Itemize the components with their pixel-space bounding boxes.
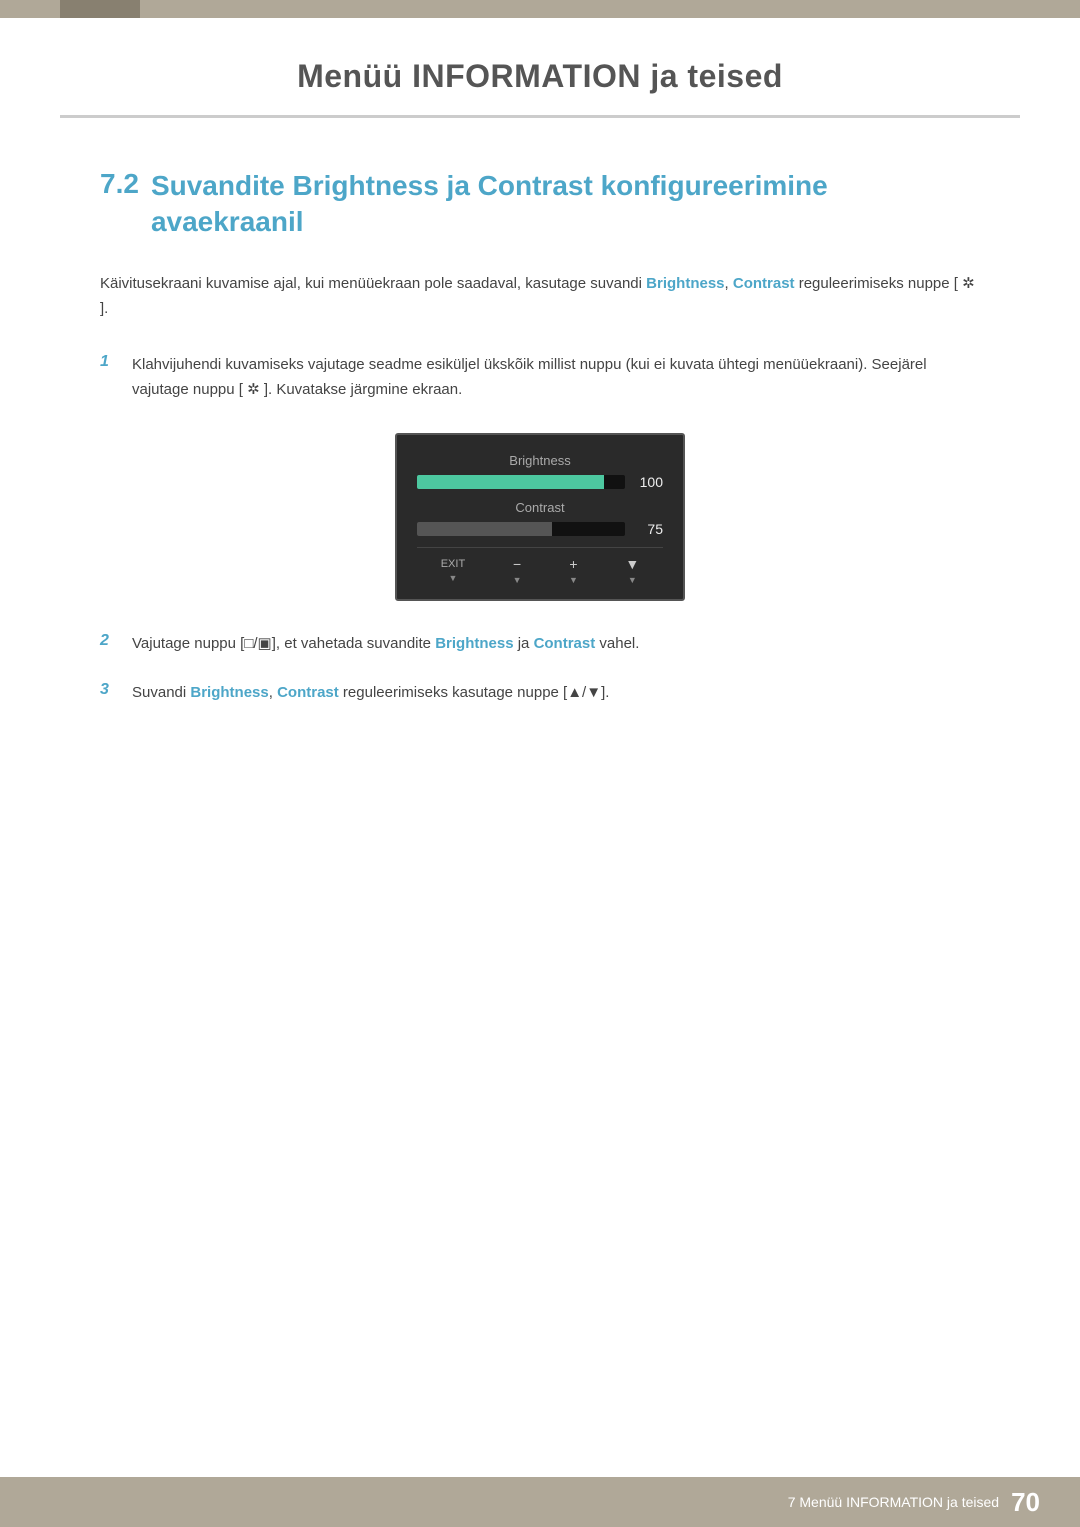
ui-mockup: Brightness 100 Contrast 75 EXIT: [395, 433, 685, 601]
intro-text-1: Käivitusekraani kuvamise ajal, kui menüü…: [100, 275, 646, 292]
step3-bold-brightness: Brightness: [190, 684, 268, 701]
footer-text: 7 Menüü INFORMATION ja teised: [788, 1494, 999, 1510]
intro-bold-contrast: Contrast: [733, 275, 795, 292]
step-3-number: 3: [100, 681, 124, 699]
exit-button: EXIT ▼: [441, 558, 465, 583]
contrast-fill: [417, 522, 552, 536]
down-button: ▼ ▼: [625, 556, 639, 585]
step3-prefix: Suvandi: [132, 684, 190, 701]
brightness-bar-row: 100: [417, 474, 663, 490]
step2-btn: □/▣: [244, 635, 271, 652]
plus-button: + ▼: [569, 556, 578, 585]
step2-bold-brightness: Brightness: [435, 635, 513, 652]
top-decorative-bar: [0, 0, 1080, 18]
contrast-label: Contrast: [417, 500, 663, 515]
step3-bold-contrast: Contrast: [277, 684, 339, 701]
page-title: Menüü INFORMATION ja teised: [120, 58, 960, 95]
step-1-number: 1: [100, 353, 124, 371]
step-2: 2 Vajutage nuppu [□/▣], et vahetada suva…: [100, 631, 980, 657]
brightness-track: [417, 475, 625, 489]
step2-bold-contrast: Contrast: [534, 635, 596, 652]
top-bar-accent: [60, 0, 140, 18]
ui-bottom-buttons: EXIT ▼ − ▼ + ▼ ▼ ▼: [417, 547, 663, 585]
intro-paragraph: Käivitusekraani kuvamise ajal, kui menüü…: [100, 271, 980, 322]
down-icon: ▼: [625, 556, 639, 572]
intro-bold-brightness: Brightness: [646, 275, 724, 292]
contrast-value: 75: [635, 521, 663, 537]
step3-suffix: reguleerimiseks kasutage nuppe [▲/▼].: [339, 684, 610, 701]
section-heading: 7.2 Suvandite Brightness ja Contrast kon…: [100, 168, 980, 241]
brightness-label: Brightness: [417, 453, 663, 468]
section-title: Suvandite Brightness ja Contrast konfigu…: [151, 168, 980, 241]
step-2-text: Vajutage nuppu [□/▣], et vahetada suvand…: [132, 631, 639, 657]
step2-mid: ], et vahetada suvandite: [272, 635, 435, 652]
minus-button: − ▼: [513, 556, 522, 585]
exit-label: EXIT: [441, 558, 465, 570]
step-2-number: 2: [100, 632, 124, 650]
main-content: 7.2 Suvandite Brightness ja Contrast kon…: [0, 118, 1080, 810]
plus-icon: +: [569, 556, 577, 572]
ui-mockup-container: Brightness 100 Contrast 75 EXIT: [100, 433, 980, 601]
btn4-arrow: ▼: [628, 575, 637, 585]
intro-sep: ,: [725, 275, 733, 292]
step-1-text: Klahvijuhendi kuvamiseks vajutage seadme…: [132, 352, 980, 403]
page-header: Menüü INFORMATION ja teised: [60, 18, 1020, 117]
footer-page-number: 70: [1011, 1487, 1040, 1518]
step2-prefix: Vajutage nuppu [: [132, 635, 244, 652]
btn3-arrow: ▼: [569, 575, 578, 585]
btn2-arrow: ▼: [513, 575, 522, 585]
page-footer: 7 Menüü INFORMATION ja teised 70: [0, 1477, 1080, 1527]
step-3: 3 Suvandi Brightness, Contrast reguleeri…: [100, 680, 980, 706]
step3-sep: ,: [269, 684, 277, 701]
step2-and: ja: [514, 635, 534, 652]
step-3-text: Suvandi Brightness, Contrast reguleerimi…: [132, 680, 609, 706]
step2-suffix: vahel.: [595, 635, 639, 652]
step-1: 1 Klahvijuhendi kuvamiseks vajutage sead…: [100, 352, 980, 403]
contrast-bar-row: 75: [417, 521, 663, 537]
brightness-value: 100: [635, 474, 663, 490]
brightness-fill: [417, 475, 604, 489]
section-number: 7.2: [100, 168, 139, 200]
contrast-track: [417, 522, 625, 536]
minus-icon: −: [513, 556, 521, 572]
exit-arrow: ▼: [448, 573, 457, 583]
